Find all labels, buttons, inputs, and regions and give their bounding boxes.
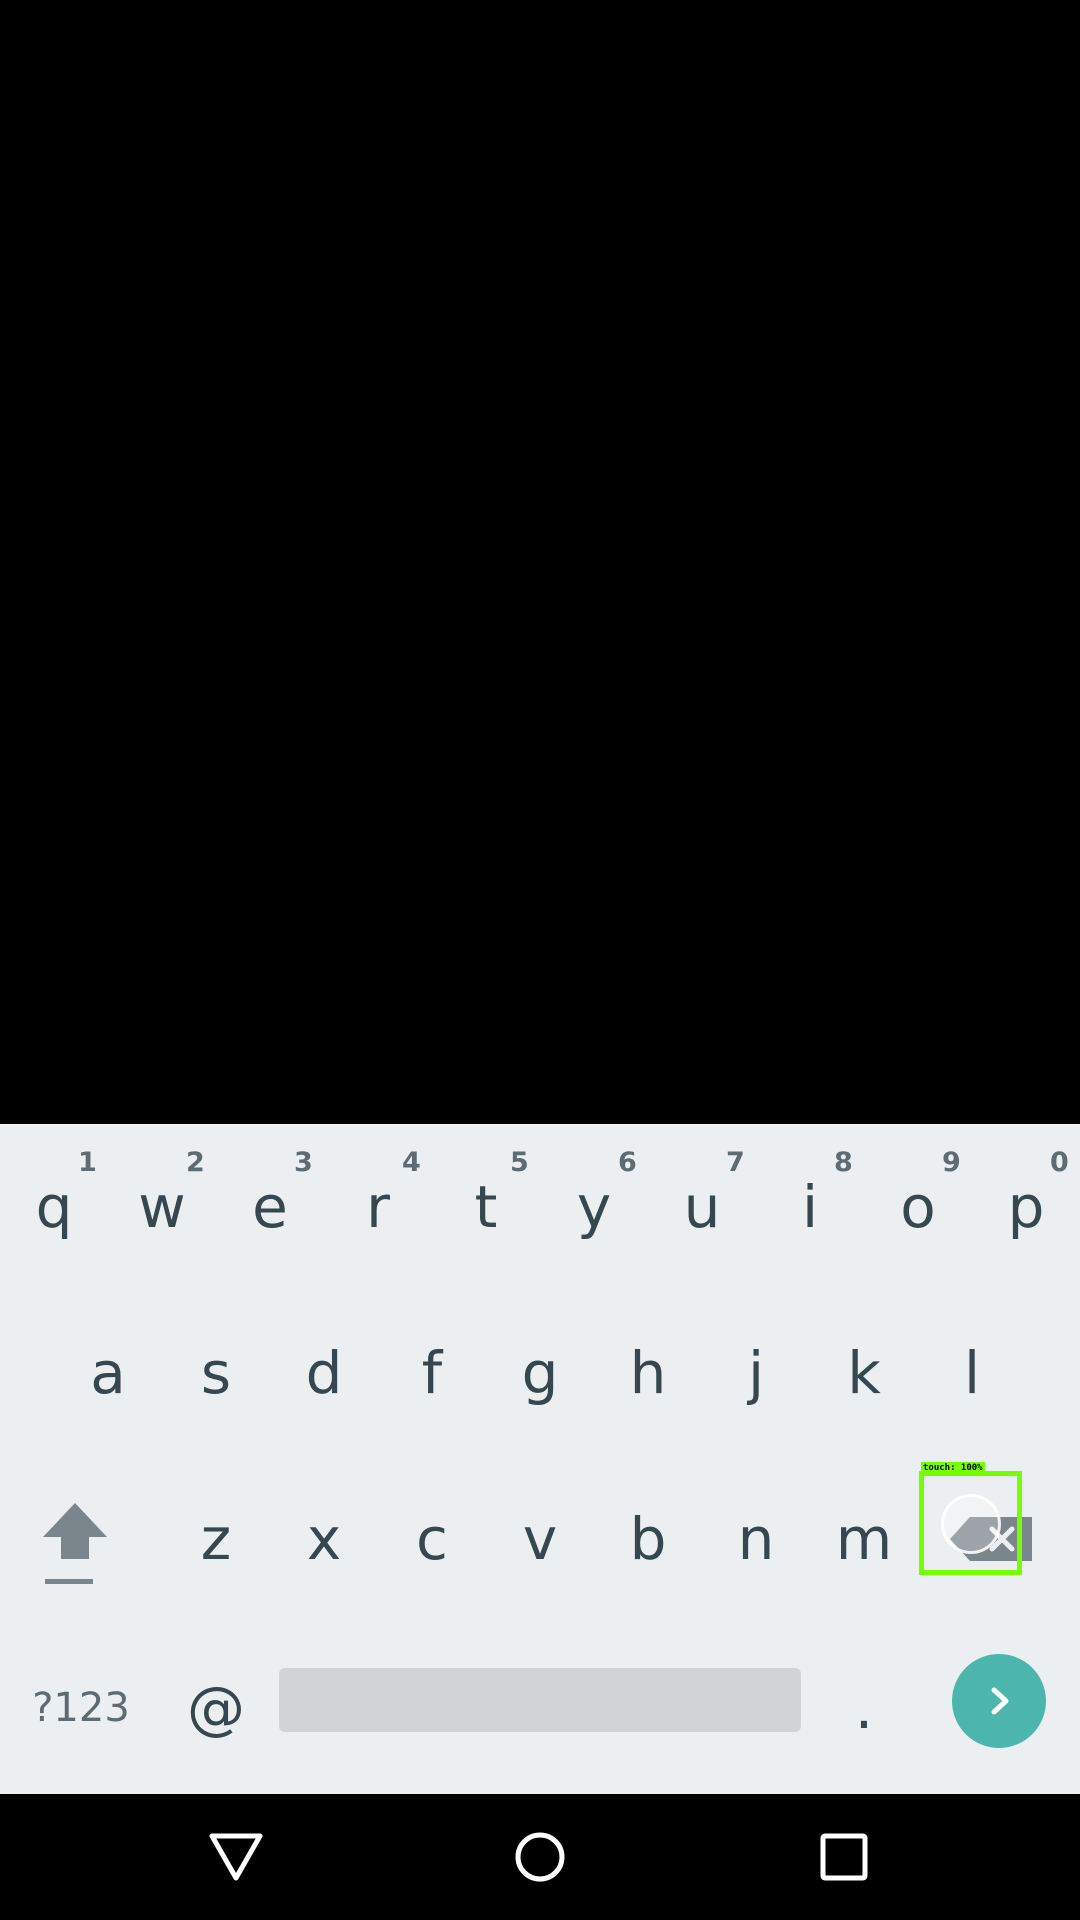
key-label: t xyxy=(474,1173,498,1241)
symbols-label: ?123 xyxy=(32,1685,130,1731)
key-c[interactable]: c xyxy=(378,1456,486,1622)
key-j[interactable]: j xyxy=(702,1290,810,1456)
key-s[interactable]: s xyxy=(162,1290,270,1456)
key-m[interactable]: m xyxy=(810,1456,918,1622)
chevron-right-icon xyxy=(991,1687,1009,1715)
key-hint: 0 xyxy=(1050,1147,1069,1178)
recents-button[interactable] xyxy=(744,1794,944,1920)
key-f[interactable]: f xyxy=(378,1290,486,1456)
key-label: f xyxy=(421,1339,443,1407)
key-o[interactable]: 9 o xyxy=(864,1124,972,1290)
key-hint: 8 xyxy=(834,1147,853,1178)
key-label: k xyxy=(847,1339,881,1407)
key-g[interactable]: g xyxy=(486,1290,594,1456)
key-d[interactable]: d xyxy=(270,1290,378,1456)
key-z[interactable]: z xyxy=(162,1456,270,1622)
key-y[interactable]: 6 y xyxy=(540,1124,648,1290)
key-label: j xyxy=(747,1339,765,1407)
at-label: @ xyxy=(187,1674,245,1742)
key-v[interactable]: v xyxy=(486,1456,594,1622)
key-label: e xyxy=(252,1173,288,1241)
home-circle-icon xyxy=(515,1832,565,1882)
key-label: d xyxy=(305,1339,343,1407)
key-label: w xyxy=(138,1173,186,1241)
key-q[interactable]: 1 q xyxy=(0,1124,108,1290)
home-button[interactable] xyxy=(440,1794,640,1920)
key-label: n xyxy=(737,1505,775,1573)
at-key[interactable]: @ xyxy=(162,1622,270,1794)
key-label: a xyxy=(90,1339,126,1407)
shift-key[interactable] xyxy=(0,1456,150,1622)
key-label: y xyxy=(576,1173,612,1241)
key-label: q xyxy=(35,1173,73,1241)
touch-indicator-box xyxy=(919,1471,1022,1575)
key-hint: 1 xyxy=(78,1147,97,1178)
key-label: o xyxy=(900,1173,936,1241)
period-key[interactable]: . xyxy=(810,1622,918,1794)
back-button[interactable] xyxy=(136,1794,336,1920)
key-l[interactable]: l xyxy=(918,1290,1026,1456)
key-e[interactable]: 3 e xyxy=(216,1124,324,1290)
key-k[interactable]: k xyxy=(810,1290,918,1456)
key-label: m xyxy=(835,1505,893,1573)
soft-keyboard: 1 q 2 w 3 e 4 r 5 t 6 y 7 u 8 i 9 o 0 p … xyxy=(0,1124,1080,1794)
key-x[interactable]: x xyxy=(270,1456,378,1622)
key-label: z xyxy=(200,1505,232,1573)
key-label: x xyxy=(306,1505,342,1573)
key-hint: 5 xyxy=(510,1147,529,1178)
key-h[interactable]: h xyxy=(594,1290,702,1456)
key-label: g xyxy=(521,1339,559,1407)
key-label: b xyxy=(629,1505,667,1573)
app-content-area xyxy=(0,0,1080,1124)
key-label: h xyxy=(629,1339,667,1407)
key-label: s xyxy=(200,1339,232,1407)
key-n[interactable]: n xyxy=(702,1456,810,1622)
system-nav-bar xyxy=(0,1794,1080,1920)
key-r[interactable]: 4 r xyxy=(324,1124,432,1290)
back-triangle-icon xyxy=(209,1833,263,1881)
key-hint: 6 xyxy=(618,1147,637,1178)
key-u[interactable]: 7 u xyxy=(648,1124,756,1290)
key-hint: 3 xyxy=(294,1147,313,1178)
key-label: p xyxy=(1007,1173,1045,1241)
key-hint: 9 xyxy=(942,1147,961,1178)
recents-square-icon xyxy=(820,1833,868,1881)
key-hint: 2 xyxy=(186,1147,205,1178)
key-label: r xyxy=(366,1173,390,1241)
key-hint: 4 xyxy=(402,1147,421,1178)
symbols-key[interactable]: ?123 xyxy=(0,1622,162,1794)
key-b[interactable]: b xyxy=(594,1456,702,1622)
period-label: . xyxy=(854,1674,874,1742)
key-label: u xyxy=(683,1173,721,1241)
key-t[interactable]: 5 t xyxy=(432,1124,540,1290)
key-a[interactable]: a xyxy=(54,1290,162,1456)
key-label: l xyxy=(963,1339,981,1407)
key-hint: 7 xyxy=(726,1147,745,1178)
key-label: c xyxy=(416,1505,448,1573)
key-p[interactable]: 0 p xyxy=(972,1124,1080,1290)
shift-arrow-up-icon xyxy=(43,1503,107,1584)
key-label: i xyxy=(801,1173,819,1241)
key-i[interactable]: 8 i xyxy=(756,1124,864,1290)
spacebar[interactable] xyxy=(279,1668,801,1732)
enter-button[interactable] xyxy=(952,1654,1046,1748)
key-label: v xyxy=(522,1505,558,1573)
touch-indicator-label: touch: 100% xyxy=(921,1462,985,1474)
key-w[interactable]: 2 w xyxy=(108,1124,216,1290)
